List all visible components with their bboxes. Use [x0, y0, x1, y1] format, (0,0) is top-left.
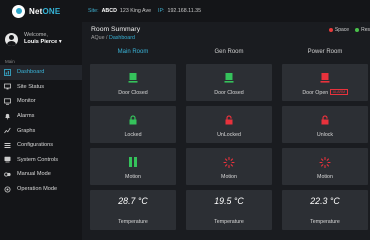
lock-open-icon	[321, 115, 329, 127]
lock-status-card[interactable]: Unlock	[282, 106, 368, 143]
door-status-card[interactable]: Door Open ALARM	[282, 64, 368, 101]
room-column-gen: Gen Room Door Closed UnLocked Motion 19.…	[186, 47, 272, 230]
sidebar-item-site-status[interactable]: Site Status	[0, 80, 82, 95]
alarm-badge: ALARM	[330, 89, 348, 95]
breadcrumb: AQue / Dashboard	[91, 35, 135, 41]
door-status-card[interactable]: Door Closed	[90, 64, 176, 101]
sidebar-item-label: Alarms	[17, 113, 35, 120]
manual-mode-icon	[4, 171, 11, 178]
graph-icon	[4, 127, 11, 134]
lock-closed-icon	[129, 115, 137, 127]
app-logo[interactable]: NetONE	[0, 4, 82, 18]
sidebar-item-graphs[interactable]: Graphs	[0, 123, 82, 138]
temperature-label: Temperature	[118, 219, 148, 225]
temperature-card[interactable]: 19.5 °C Temperature	[186, 190, 272, 230]
motion-status-card[interactable]: Motion	[90, 148, 176, 185]
breadcrumb-separator: /	[106, 35, 108, 41]
room-columns: Main Room Door Closed Locked Motion 28.7…	[90, 47, 370, 240]
site-label: Site:	[88, 8, 99, 14]
temperature-label: Temperature	[214, 219, 244, 225]
motion-status-label: Motion	[125, 174, 141, 180]
sidebar-item-configurations[interactable]: Configurations	[0, 138, 82, 153]
sidebar-item-label: Site Status	[17, 83, 45, 90]
temperature-label: Temperature	[310, 219, 340, 225]
user-profile[interactable]: Welcome, Louis Pierce ▾	[0, 22, 82, 50]
door-closed-icon	[224, 73, 234, 85]
door-open-icon	[320, 73, 330, 85]
config-icon	[4, 142, 11, 149]
legend-res-label: Res	[361, 27, 370, 33]
temperature-value: 22.3 °C	[310, 196, 340, 206]
door-status-label: Door Closed	[214, 90, 244, 96]
sidebar-item-label: System Controls	[17, 156, 59, 163]
room-title[interactable]: Power Room	[282, 47, 368, 58]
lock-status-label: Unlock	[316, 132, 334, 138]
motion-status-label: Motion	[221, 174, 237, 180]
sidebar-item-label: Graphs	[17, 127, 36, 134]
motion-detected-icon	[223, 156, 235, 170]
temperature-card[interactable]: 28.7 °C Temperature	[90, 190, 176, 230]
motion-status-label: Motion	[317, 174, 333, 180]
breadcrumb-root[interactable]: AQue	[91, 35, 105, 41]
sidebar-item-label: Configurations	[17, 142, 54, 149]
pause-icon	[129, 157, 138, 169]
site-ip: 192.168.11.35	[167, 8, 202, 14]
sidebar: Welcome, Louis Pierce ▾ Main Dashboard S…	[0, 22, 82, 240]
dashboard-icon	[4, 68, 11, 76]
top-bar: NetONE Site: ABCD 123 King Ave IP: 192.1…	[0, 0, 370, 22]
motion-status-card[interactable]: Motion	[186, 148, 272, 185]
temperature-value: 19.5 °C	[214, 196, 244, 206]
sidebar-item-system-controls[interactable]: System Controls	[0, 153, 82, 168]
temperature-value: 28.7 °C	[118, 196, 148, 206]
site-status-icon	[4, 83, 11, 90]
door-status-label: Door Closed	[118, 90, 148, 96]
welcome-text: Welcome,	[24, 32, 48, 38]
legend-space-label: Space	[334, 27, 350, 33]
sidebar-item-label: Manual Mode	[17, 171, 51, 178]
door-closed-icon	[128, 73, 138, 85]
breadcrumb-current: Dashboard	[109, 35, 135, 41]
sidebar-item-label: Monitor	[17, 98, 36, 105]
room-column-power: Power Room Door OpenALARM Unlock Motion	[282, 47, 368, 230]
sidebar-item-alarms[interactable]: Alarms	[0, 109, 82, 124]
system-controls-icon	[4, 156, 11, 163]
user-name[interactable]: Louis Pierce ▾	[24, 39, 62, 46]
site-name: ABCD	[101, 8, 117, 14]
door-status-text: Door Open ALARM	[302, 89, 348, 96]
main-content: Room Summary AQue / Dashboard Space Res …	[82, 22, 370, 240]
site-info: Site: ABCD 123 King Ave IP: 192.168.11.3…	[88, 8, 201, 14]
operation-mode-icon	[4, 186, 11, 193]
ip-label: IP:	[158, 8, 165, 14]
lock-status-label: UnLocked	[217, 132, 241, 138]
status-legend: Space Res	[328, 27, 370, 33]
sidebar-item-dashboard[interactable]: Dashboard	[0, 65, 82, 80]
legend-space-dot	[328, 28, 333, 32]
brand-name: NetONE	[29, 6, 61, 16]
sidebar-item-operation-mode[interactable]: Operation Mode	[0, 182, 82, 197]
sidebar-item-label: Operation Mode	[17, 186, 58, 193]
lock-open-icon	[225, 115, 233, 127]
sidebar-item-manual-mode[interactable]: Manual Mode	[0, 167, 82, 182]
temperature-card[interactable]: 22.3 °C Temperature	[282, 190, 368, 230]
motion-status-card[interactable]: Motion	[282, 148, 368, 185]
menu-section-label: Main	[5, 59, 15, 64]
lock-status-card[interactable]: Locked	[90, 106, 176, 143]
motion-detected-icon	[319, 156, 331, 170]
door-status-card[interactable]: Door Closed	[186, 64, 272, 101]
sidebar-item-label: Dashboard	[17, 69, 45, 76]
site-address: 123 King Ave	[119, 8, 152, 14]
lock-status-card[interactable]: UnLocked	[186, 106, 272, 143]
lock-status-label: Locked	[124, 132, 142, 138]
room-title[interactable]: Main Room	[90, 47, 176, 58]
avatar	[5, 32, 18, 46]
door-status-label: Door Open	[302, 90, 329, 96]
room-column-main: Main Room Door Closed Locked Motion 28.7…	[90, 47, 176, 230]
page-title: Room Summary	[91, 26, 141, 33]
monitor-icon	[4, 98, 11, 105]
bell-icon	[4, 113, 11, 120]
room-title[interactable]: Gen Room	[186, 47, 272, 58]
sidebar-item-monitor[interactable]: Monitor	[0, 94, 82, 109]
legend-res-dot	[355, 28, 360, 32]
logo-icon	[12, 4, 25, 18]
